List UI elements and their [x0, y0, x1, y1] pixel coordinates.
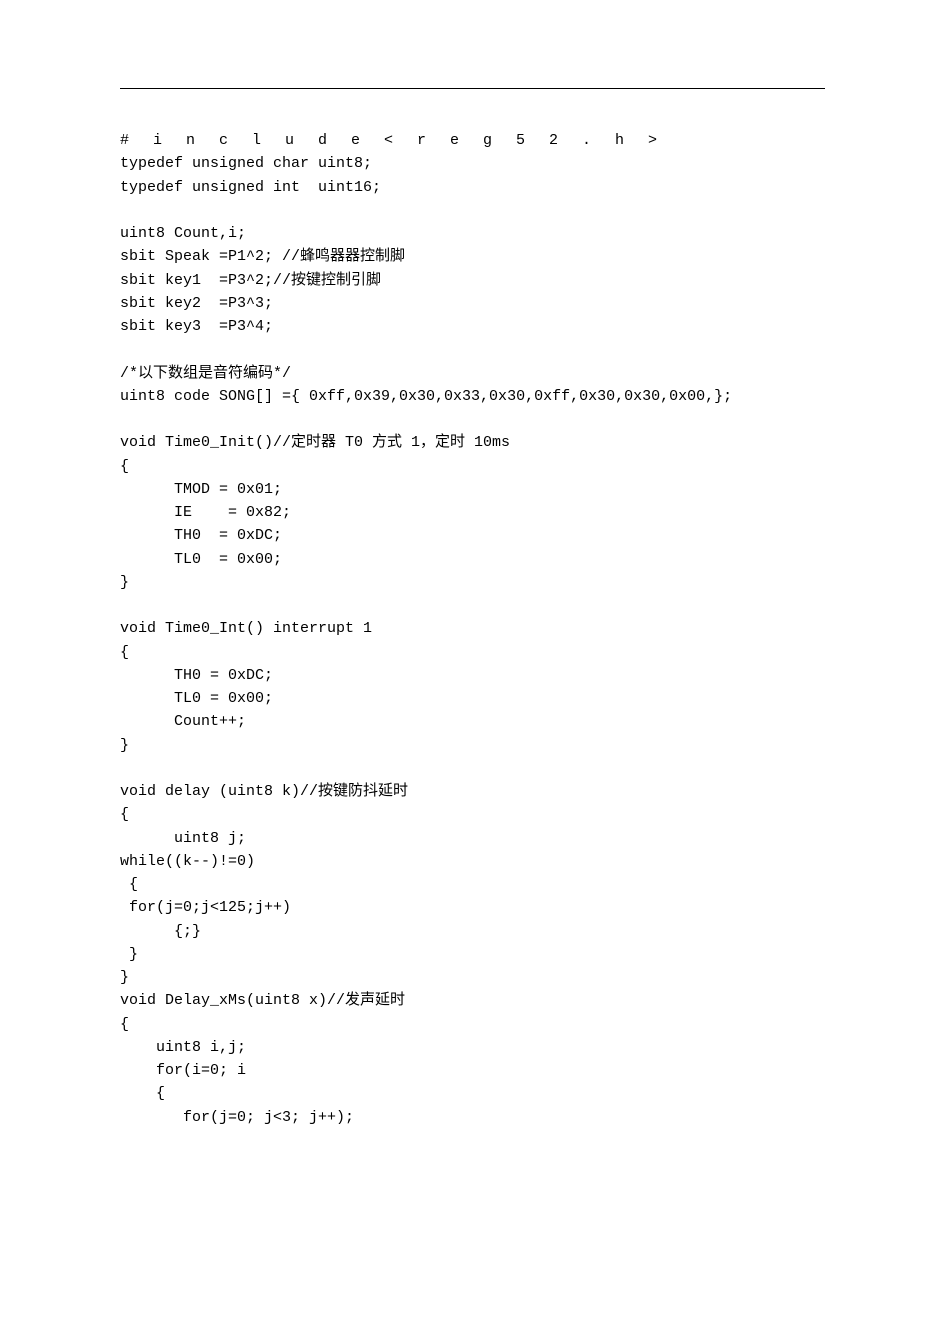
header-rule — [120, 88, 825, 89]
document-page: #include<reg52.h> typedef unsigned char … — [0, 0, 945, 1337]
include-directive: #include<reg52.h> — [120, 129, 825, 152]
code-block: typedef unsigned char uint8; typedef uns… — [120, 152, 825, 1129]
